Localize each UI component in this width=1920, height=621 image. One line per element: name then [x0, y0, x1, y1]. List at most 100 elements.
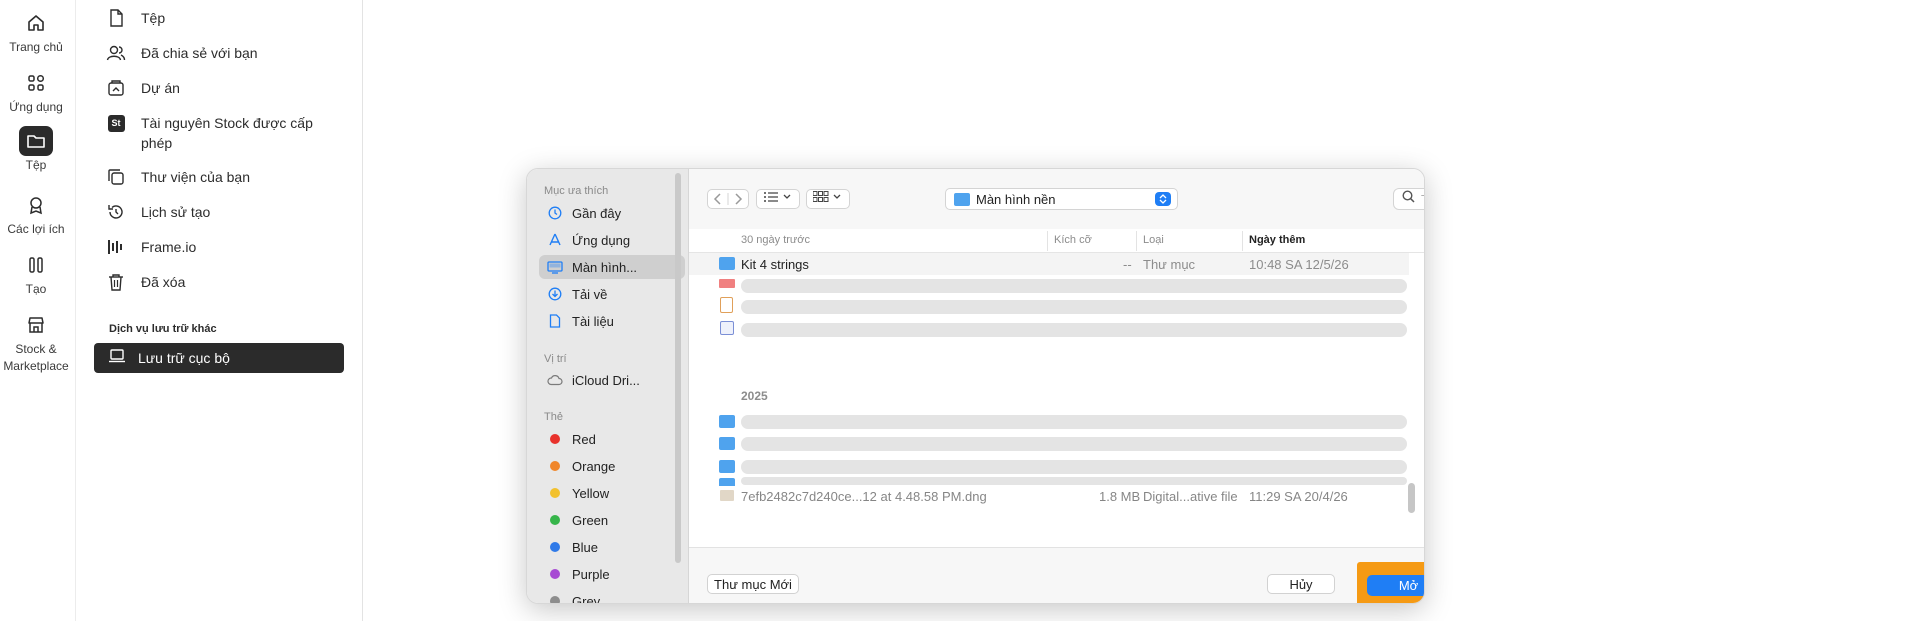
table-row[interactable] — [689, 456, 1409, 478]
create-icon — [19, 250, 53, 280]
nav-label: Tệp — [141, 10, 166, 26]
nav-item-frameio[interactable]: Frame.io — [105, 237, 196, 257]
tag-yellow[interactable]: Yellow — [539, 481, 685, 505]
table-row[interactable] — [689, 275, 1409, 297]
app-rail: Trang chủ Ứng dụng Tệp Các lợi ích Tạo S… — [0, 0, 76, 621]
nav-item-projects[interactable]: Dự án — [105, 78, 180, 98]
stock-icon: St — [105, 113, 127, 133]
sidebar-item-recents[interactable]: Gần đây — [539, 201, 685, 225]
rail-label: Trang chủ — [9, 40, 63, 54]
tag-dot-icon — [547, 458, 563, 474]
row-kind: Digital...ative file — [1143, 489, 1238, 504]
column-kind[interactable]: Loại — [1143, 234, 1164, 246]
back-forward-buttons[interactable] — [707, 189, 749, 209]
tag-grey[interactable]: Grey — [539, 589, 685, 604]
nav-label: Lịch sử tạo — [141, 204, 211, 220]
nav-item-files[interactable]: Tệp — [105, 8, 165, 28]
row-size: 1.8 MB — [1099, 489, 1141, 504]
rail-label: Các lợi ích — [7, 222, 65, 236]
sidebar-item-documents[interactable]: Tài liệu — [539, 309, 685, 333]
rail-item-benefits[interactable]: Các lợi ích — [0, 190, 72, 238]
column-separator — [1242, 231, 1243, 251]
row-size: -- — [1123, 257, 1132, 272]
tag-dot-icon — [547, 431, 563, 447]
tag-orange[interactable]: Orange — [539, 454, 685, 478]
tag-label: Purple — [572, 566, 610, 582]
nav-item-shared[interactable]: Đã chia sẻ với bạn — [105, 43, 258, 63]
nav-item-deleted[interactable]: Đã xóa — [105, 272, 185, 292]
rail-item-stock[interactable]: Stock & Marketplace — [0, 310, 72, 375]
clock-icon — [547, 205, 563, 221]
redacted-row — [741, 279, 1407, 293]
row-date: 10:48 SA 12/5/26 — [1249, 257, 1349, 272]
folder-icon — [19, 126, 53, 156]
column-date[interactable]: Ngày thêm — [1249, 234, 1305, 246]
open-button[interactable]: Mở — [1367, 575, 1424, 596]
nav-item-local-storage[interactable]: Lưu trữ cục bộ — [94, 343, 344, 373]
cancel-button[interactable]: Hủy — [1267, 574, 1335, 594]
tag-purple[interactable]: Purple — [539, 562, 685, 586]
tag-label: Blue — [572, 539, 599, 555]
nav-item-library[interactable]: Thư viện của bạn — [105, 167, 250, 187]
search-field[interactable] — [1393, 188, 1424, 210]
sidebar-label: Gần đây — [572, 205, 622, 221]
grid-view-button[interactable] — [806, 189, 850, 209]
location-label: Màn hình nền — [976, 191, 1056, 207]
redacted-row — [741, 300, 1407, 314]
nav-label-2: phép — [141, 135, 173, 151]
rail-label-2: Marketplace — [3, 359, 69, 373]
files-navigation: Tệp Đã chia sẻ với bạn Dự án St Tài nguy… — [77, 0, 363, 621]
rail-item-files[interactable]: Tệp — [0, 126, 72, 174]
list-vertical-scrollbar[interactable] — [1408, 483, 1415, 513]
redacted-row — [741, 477, 1407, 485]
sidebar-item-applications[interactable]: Ứng dụng — [539, 228, 685, 252]
folder-icon — [719, 460, 735, 473]
redacted-row — [741, 437, 1407, 451]
tag-label: Red — [572, 431, 596, 447]
location-dropdown[interactable]: Màn hình nền — [945, 188, 1178, 210]
sidebar-item-downloads[interactable]: Tải về — [539, 282, 685, 306]
tag-green[interactable]: Green — [539, 508, 685, 532]
table-row[interactable]: 7efb2482c7d240ce...12 at 4.48.58 PM.dng … — [689, 485, 1409, 507]
nav-label: Tài nguyên Stock được cấp — [141, 115, 313, 131]
alias-file-icon — [720, 321, 734, 335]
tag-dot-icon — [547, 566, 563, 582]
search-icon — [1402, 190, 1415, 208]
tag-dot-icon — [547, 593, 563, 603]
sidebar-label: Màn hình... — [572, 259, 638, 275]
rail-item-apps[interactable]: Ứng dụng — [0, 68, 72, 116]
nav-item-history[interactable]: Lịch sử tạo — [105, 202, 210, 222]
dialog-footer: Thư mục Mới Hủy Mở — [689, 547, 1424, 603]
list-view-button[interactable] — [756, 189, 800, 209]
grid-icon — [812, 190, 843, 208]
sidebar-label: Tải về — [572, 286, 608, 302]
nav-label: Lưu trữ cục bộ — [138, 350, 230, 366]
tag-red[interactable]: Red — [539, 427, 685, 451]
table-row[interactable]: Kit 4 strings -- Thư mục 10:48 SA 12/5/2… — [689, 253, 1409, 275]
rail-item-create[interactable]: Tạo — [0, 250, 72, 298]
rail-item-home[interactable]: Trang chủ — [0, 8, 72, 56]
tag-dot-icon — [547, 512, 563, 528]
sidebar-scrollbar[interactable] — [675, 173, 681, 563]
table-row[interactable] — [689, 411, 1409, 433]
tag-blue[interactable]: Blue — [539, 535, 685, 559]
nav-item-stock[interactable]: St Tài nguyên Stock được cấp phép — [105, 113, 313, 153]
table-row[interactable] — [689, 433, 1409, 455]
sidebar-item-icloud[interactable]: iCloud Dri... — [539, 368, 685, 392]
search-input[interactable] — [1421, 191, 1424, 207]
column-size[interactable]: Kích cỡ — [1054, 234, 1092, 246]
shared-users-icon — [105, 43, 127, 63]
sidebar-item-desktop[interactable]: Màn hình... — [539, 255, 685, 279]
laptop-icon — [108, 348, 126, 368]
pdf-file-icon — [720, 297, 733, 313]
nav-label: Frame.io — [141, 239, 197, 255]
dialog-sidebar: Mục ưa thích Gần đây Ứng dụng Màn hình..… — [527, 169, 689, 604]
column-name[interactable]: 30 ngày trước — [741, 234, 810, 246]
row-name: 7efb2482c7d240ce...12 at 4.48.58 PM.dng — [741, 489, 987, 504]
download-icon — [547, 286, 563, 302]
table-row[interactable] — [689, 318, 1409, 340]
new-folder-button[interactable]: Thư mục Mới — [707, 574, 799, 594]
tag-label: Grey — [572, 593, 601, 604]
table-row[interactable] — [689, 295, 1409, 317]
updown-chevron-icon — [1155, 192, 1171, 206]
